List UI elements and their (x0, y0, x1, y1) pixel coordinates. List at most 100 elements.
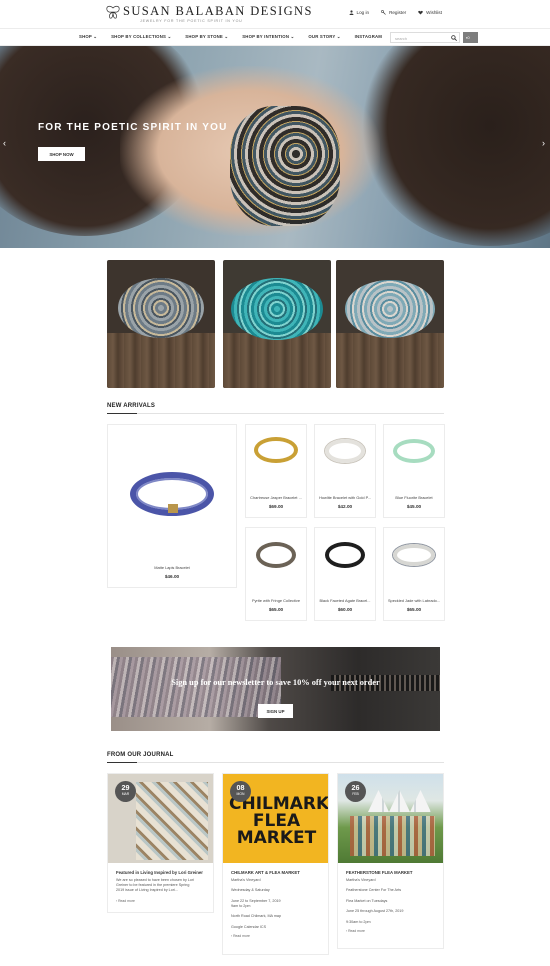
read-more-link[interactable]: › Read more (338, 929, 443, 933)
product-image (256, 542, 296, 568)
divider-accent (107, 413, 137, 414)
collection-tile-1[interactable] (107, 260, 215, 388)
product-card[interactable]: Howlite Bracelet with Gold P... $42.00 (314, 424, 376, 518)
tile-bracelet (345, 280, 435, 338)
key-icon (381, 10, 386, 15)
collection-tile-3[interactable] (336, 260, 444, 388)
tile-image (107, 333, 215, 388)
main-nav: SHOP ⌄ SHOP BY COLLECTIONS ⌄ SHOP BY STO… (0, 28, 550, 46)
divider (107, 762, 444, 763)
post-date-badge: 29 MAR (115, 781, 136, 802)
login-link[interactable]: Log in (349, 10, 370, 15)
post-image-tents (368, 790, 431, 812)
post-title[interactable]: Featured in Living Inspired by Lori Grei… (108, 863, 213, 875)
post-image: CHILMARK FLEA MARKET 08 MON (223, 774, 328, 863)
post-image-magazine (136, 782, 208, 860)
journal-post-2[interactable]: CHILMARK FLEA MARKET 08 MON CHILMARK ART… (222, 773, 329, 955)
product-card[interactable]: Chartreuse Jasper Bracelet ... $69.00 (245, 424, 307, 518)
hero-title: FOR THE POETIC SPIRIT IN YOU (38, 122, 228, 133)
brand-tagline: JEWELRY FOR THE POETIC SPIRIT IN YOU (140, 19, 243, 23)
search-input[interactable]: search (390, 32, 460, 43)
new-arrivals-title: NEW ARRIVALS (107, 403, 156, 409)
post-image-people (350, 816, 435, 856)
divider (107, 413, 444, 414)
journal-post-1[interactable]: 29 MAR Featured in Living Inspired by Lo… (107, 773, 214, 913)
product-clasp (168, 504, 178, 513)
butterfly-icon (106, 5, 120, 19)
product-image (325, 542, 365, 568)
product-name: Speckled Jade with Labrado... (387, 598, 441, 603)
journal-title: FROM OUR JOURNAL (107, 752, 174, 758)
product-card[interactable]: Pyrite with Fringe Collective $65.00 (245, 527, 307, 621)
tile-image (336, 333, 444, 388)
post-date-badge: 26 FEB (345, 781, 366, 802)
product-name: Pyrite with Fringe Collective (251, 598, 300, 603)
product-image (254, 437, 298, 463)
journal-post-3[interactable]: 26 FEB FEATHERSTONE FLEA MARKET Martha's… (337, 773, 444, 949)
product-image (325, 439, 365, 463)
post-date-badge: 08 MON (230, 781, 251, 802)
post-image: 26 FEB (338, 774, 443, 863)
site-header: SUSAN BALABAN DESIGNS JEWELRY FOR THE PO… (0, 0, 550, 28)
heart-icon (418, 10, 423, 15)
nav-shop-by-collections[interactable]: SHOP BY COLLECTIONS ⌄ (111, 34, 171, 40)
product-price: $65.00 (268, 607, 284, 612)
newsletter-banner: Sign up for our newsletter to save 10% o… (111, 647, 440, 731)
user-icon (349, 10, 354, 15)
product-name: Black Faceted Agate Bracel... (319, 598, 371, 603)
post-title[interactable]: FEATHERSTONE FLEA MARKET (338, 863, 443, 875)
tile-bracelet (231, 278, 323, 340)
hero-banner: FOR THE POETIC SPIRIT IN YOU SHOP NOW ‹ … (0, 46, 550, 248)
register-link[interactable]: Register (381, 10, 406, 15)
wishlist-link[interactable]: Wishlist (418, 10, 442, 15)
post-title[interactable]: CHILMARK ART & FLEA MARKET (223, 863, 328, 875)
login-label: Log in (356, 10, 370, 15)
nav-shop-by-intention[interactable]: SHOP BY INTENTION ⌄ (242, 34, 294, 40)
account-links: Log in Register Wishlist (349, 10, 442, 15)
cart-button[interactable]: ▪0 (463, 32, 478, 43)
product-name: Blue Fluorite Bracelet (395, 495, 433, 500)
cart-count: 0 (467, 35, 470, 40)
post-day: 08 (236, 783, 245, 792)
post-month: FEB (352, 792, 359, 796)
tile-image (223, 333, 331, 388)
post-month: MON (236, 792, 245, 796)
sign-up-button[interactable]: SIGN UP (258, 704, 293, 718)
shop-now-button[interactable]: SHOP NOW (38, 147, 85, 161)
product-price: $65.00 (406, 607, 422, 612)
divider-accent (107, 762, 137, 763)
next-slide-icon[interactable]: › (542, 138, 545, 148)
nav-shop[interactable]: SHOP ⌄ (79, 34, 97, 40)
nav-instagram[interactable]: INSTAGRAM (355, 34, 383, 40)
post-image: 29 MAR (108, 774, 213, 863)
post-day: 29 (121, 783, 130, 792)
nav-our-story[interactable]: OUR STORY ⌄ (308, 34, 340, 40)
product-price: $42.00 (337, 504, 353, 509)
product-name: Chartreuse Jasper Bracelet ... (250, 495, 302, 500)
register-label: Register (389, 10, 407, 15)
prev-slide-icon[interactable]: ‹ (3, 138, 6, 148)
product-card[interactable]: Speckled Jade with Labrado... $65.00 (383, 527, 445, 621)
wishlist-label: Wishlist (426, 10, 442, 15)
read-more-link[interactable]: › Read more (223, 934, 328, 938)
poster-text: CHILMARK FLEA MARKET (229, 794, 328, 848)
product-price: $69.00 (268, 504, 284, 509)
product-card-featured[interactable]: Matte Lapis Bracelet $46.00 (107, 424, 237, 588)
brand-name: SUSAN BALABAN DESIGNS (123, 4, 313, 18)
hero-image-hair (360, 46, 550, 246)
newsletter-image (111, 657, 281, 717)
product-card[interactable]: Blue Fluorite Bracelet $45.00 (383, 424, 445, 518)
product-price: $46.00 (164, 574, 180, 579)
post-month: MAR (121, 792, 130, 796)
read-more-link[interactable]: › Read more (108, 899, 213, 903)
product-card[interactable]: Black Faceted Agate Bracel... $60.00 (314, 527, 376, 621)
collection-tile-2[interactable] (223, 260, 331, 388)
post-day: 26 (351, 783, 360, 792)
product-price: $60.00 (337, 607, 353, 612)
search-icon[interactable] (451, 35, 457, 41)
hero-image-bracelets (230, 106, 340, 226)
nav-shop-by-stone[interactable]: SHOP BY STONE ⌄ (185, 34, 228, 40)
tile-bracelet (118, 278, 204, 338)
product-price: $45.00 (406, 504, 422, 509)
search-placeholder: search (395, 36, 408, 41)
